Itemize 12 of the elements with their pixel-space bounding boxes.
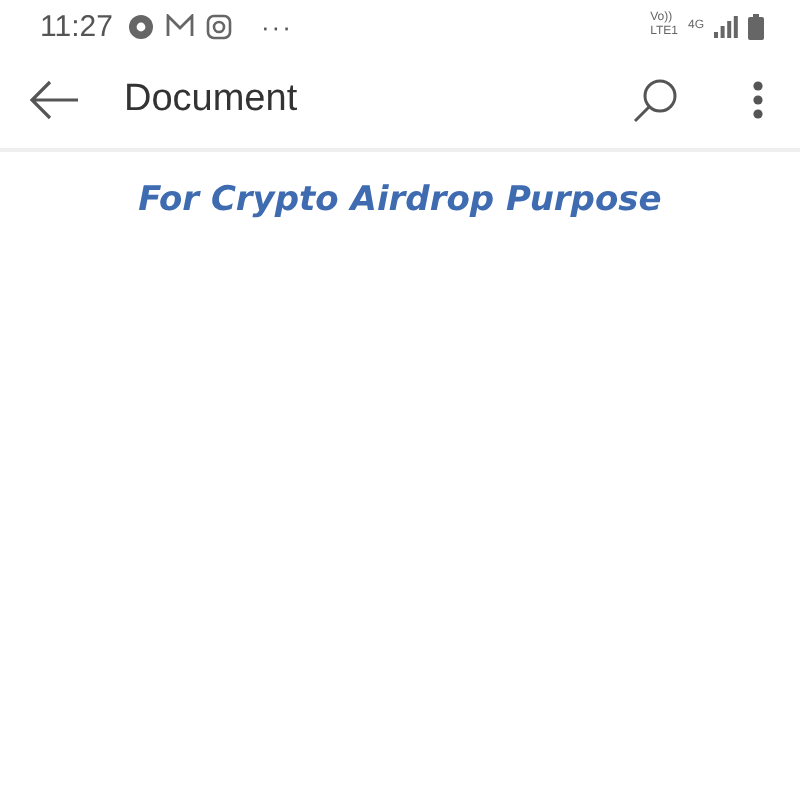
mail-icon <box>166 14 195 38</box>
more-notifications: ··· <box>260 11 293 41</box>
signal-icon <box>714 15 738 37</box>
aperture-icon <box>128 13 155 39</box>
search-button[interactable] <box>632 76 680 124</box>
back-button[interactable] <box>28 80 80 120</box>
document-heading: For Crypto Airdrop Purpose <box>138 180 662 220</box>
more-options-button[interactable] <box>752 80 764 120</box>
toolbar-title: Document <box>124 78 300 122</box>
battery-icon <box>748 13 764 39</box>
status-time: 11:27 <box>40 9 113 43</box>
camera-icon <box>206 13 233 39</box>
